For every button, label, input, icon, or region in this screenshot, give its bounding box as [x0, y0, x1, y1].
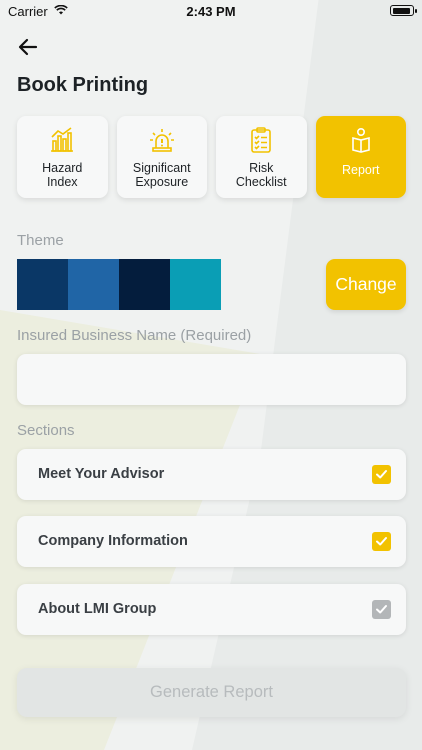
checkmark-icon: [376, 605, 387, 614]
clipboard-checklist-icon: [251, 127, 272, 153]
section-row-company-information[interactable]: Company Information: [17, 516, 406, 567]
checkmark-icon: [376, 470, 387, 479]
tile-label: Hazard Index: [42, 161, 83, 189]
status-bar: Carrier 2:43 PM: [0, 0, 422, 22]
section-row-meet-your-advisor[interactable]: Meet Your Advisor: [17, 449, 406, 500]
tool-tiles: Hazard Index Significant Exposure Risk C…: [17, 116, 406, 198]
section-name: Meet Your Advisor: [38, 466, 165, 482]
checkbox[interactable]: [372, 465, 391, 484]
back-button[interactable]: [18, 34, 48, 60]
business-name-input[interactable]: [17, 354, 406, 405]
bar-chart-icon: [51, 127, 74, 152]
arrow-left-icon: [18, 38, 38, 56]
page-title: Book Printing: [17, 74, 149, 96]
alarm-light-icon: [149, 129, 174, 152]
tile-label: Report: [341, 163, 380, 177]
section-name: About LMI Group: [38, 601, 157, 617]
tile-risk-checklist[interactable]: Risk Checklist: [216, 116, 307, 198]
status-time: 2:43 PM: [186, 4, 236, 19]
tile-hazard-index[interactable]: Hazard Index: [17, 116, 108, 198]
sections-label: Sections: [17, 422, 75, 439]
tile-label: Risk Checklist: [235, 161, 287, 189]
tile-label: Significant Exposure: [132, 161, 191, 189]
generate-report-button[interactable]: Generate Report: [17, 668, 406, 717]
change-theme-button[interactable]: Change: [326, 259, 406, 310]
theme-label: Theme: [17, 232, 64, 249]
theme-swatch[interactable]: [17, 259, 68, 310]
checkbox: [372, 600, 391, 619]
theme-swatch[interactable]: [170, 259, 221, 310]
theme-swatch[interactable]: [119, 259, 170, 310]
business-name-label: Insured Business Name (Required): [17, 327, 252, 344]
theme-swatches: [17, 259, 221, 310]
report-reader-icon: [351, 127, 370, 153]
tile-significant-exposure[interactable]: Significant Exposure: [116, 116, 207, 198]
section-name: Company Information: [38, 533, 188, 549]
theme-swatch[interactable]: [68, 259, 119, 310]
checkmark-icon: [376, 537, 387, 546]
section-row-about-lmi-group[interactable]: About LMI Group: [17, 584, 406, 635]
checkbox[interactable]: [372, 532, 391, 551]
tile-report[interactable]: Report: [315, 116, 406, 198]
battery-icon: [390, 5, 417, 16]
